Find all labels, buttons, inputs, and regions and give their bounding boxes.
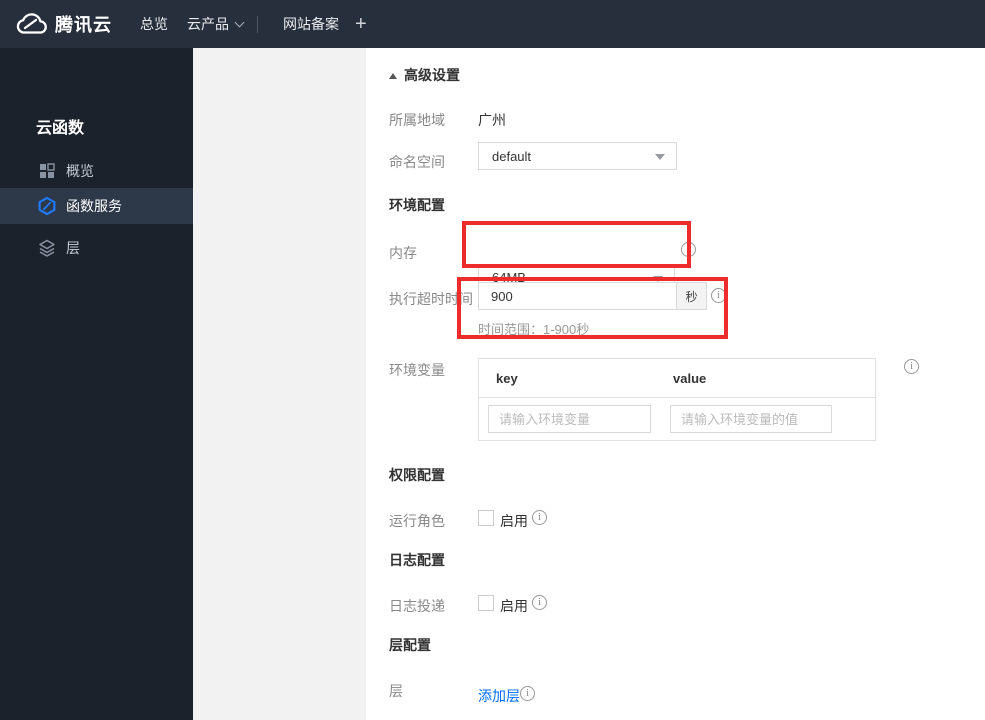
nav-cloud-products-label: 云产品	[187, 16, 229, 32]
nav-cloud-products[interactable]: 云产品	[187, 0, 245, 48]
grid-icon	[38, 161, 56, 181]
log-delivery-checkbox[interactable]	[478, 595, 494, 611]
layer-section-title: 层配置	[389, 637, 431, 653]
envvar-table-header: key value	[479, 359, 875, 398]
plus-icon: +	[355, 12, 367, 35]
top-navbar: 腾讯云 总览 云产品 网站备案 +	[0, 0, 985, 48]
run-role-checkbox[interactable]	[478, 510, 494, 526]
nav-icp-filing-label: 网站备案	[283, 16, 339, 32]
advanced-settings-label: 高级设置	[404, 67, 460, 83]
envvar-value-header: value	[673, 370, 707, 386]
sidebar-item-label: 函数服务	[66, 198, 122, 214]
nav-icp-filing[interactable]: 网站备案	[283, 0, 339, 48]
brand-logo[interactable]: 腾讯云	[14, 0, 112, 48]
env-config-section-title: 环境配置	[389, 197, 445, 213]
brand-name: 腾讯云	[55, 15, 112, 35]
timeout-label: 执行超时时间	[389, 291, 473, 307]
timeout-info-icon[interactable]: i	[711, 288, 726, 303]
envvar-info-icon[interactable]: i	[904, 359, 919, 374]
nav-overview-label: 总览	[140, 16, 168, 32]
memory-highlight-box	[462, 221, 691, 268]
nav-divider	[257, 16, 258, 33]
memory-info-icon[interactable]: i	[681, 242, 696, 257]
timeout-input-group: 秒	[478, 282, 707, 310]
envvar-value-input[interactable]	[670, 405, 832, 433]
sidebar-item-overview[interactable]: 概览	[0, 153, 193, 189]
secondary-panel	[193, 48, 366, 720]
namespace-selected-value: default	[492, 148, 532, 164]
sidebar: 云函数 概览 函数服务 层	[0, 48, 193, 720]
timeout-input[interactable]	[478, 282, 677, 310]
cloud-logo-icon	[14, 11, 48, 37]
permission-section-title: 权限配置	[389, 467, 445, 483]
add-tab-button[interactable]: +	[355, 0, 367, 48]
advanced-settings-toggle[interactable]: 高级设置	[389, 65, 460, 85]
region-value: 广州	[478, 112, 506, 128]
log-section-title: 日志配置	[389, 552, 445, 568]
run-role-enable-label: 启用	[500, 513, 528, 529]
caret-down-icon	[655, 154, 665, 160]
namespace-select[interactable]: default	[478, 142, 677, 170]
tencent-cloud-console: 腾讯云 总览 云产品 网站备案 + 云函数 概览 函数服务 层 高级设置 所属地…	[0, 0, 985, 720]
log-delivery-label: 日志投递	[389, 598, 445, 614]
envvar-table: key value	[478, 358, 876, 441]
layer-info-icon[interactable]: i	[520, 686, 535, 701]
chevron-down-icon	[234, 17, 245, 27]
function-config-form: 高级设置 所属地域 广州 命名空间 default 环境配置 内存 64MB i…	[366, 48, 985, 720]
run-role-label: 运行角色	[389, 513, 445, 529]
envvar-label: 环境变量	[389, 362, 445, 378]
sidebar-item-label: 层	[66, 240, 80, 256]
envvar-key-input[interactable]	[488, 405, 651, 433]
region-label: 所属地域	[389, 112, 445, 128]
sidebar-item-layer[interactable]: 层	[0, 230, 193, 266]
layer-label: 层	[389, 683, 403, 699]
sidebar-title: 云函数	[36, 120, 85, 137]
layers-icon	[38, 238, 56, 258]
memory-label: 内存	[389, 245, 417, 261]
namespace-label: 命名空间	[389, 154, 445, 170]
sidebar-item-function-service[interactable]: 函数服务	[0, 188, 193, 224]
envvar-table-row	[479, 398, 875, 440]
log-delivery-info-icon[interactable]: i	[532, 595, 547, 610]
collapse-arrow-icon	[389, 73, 397, 79]
envvar-key-header: key	[496, 370, 518, 386]
log-delivery-enable-label: 启用	[500, 598, 528, 614]
timeout-range-hint: 时间范围：1-900秒	[478, 322, 590, 337]
function-hexagon-icon	[38, 196, 56, 216]
nav-overview[interactable]: 总览	[140, 0, 168, 48]
run-role-info-icon[interactable]: i	[532, 510, 547, 525]
sidebar-item-label: 概览	[66, 163, 94, 179]
add-layer-link[interactable]: 添加层	[478, 686, 520, 706]
timeout-unit: 秒	[677, 282, 707, 310]
